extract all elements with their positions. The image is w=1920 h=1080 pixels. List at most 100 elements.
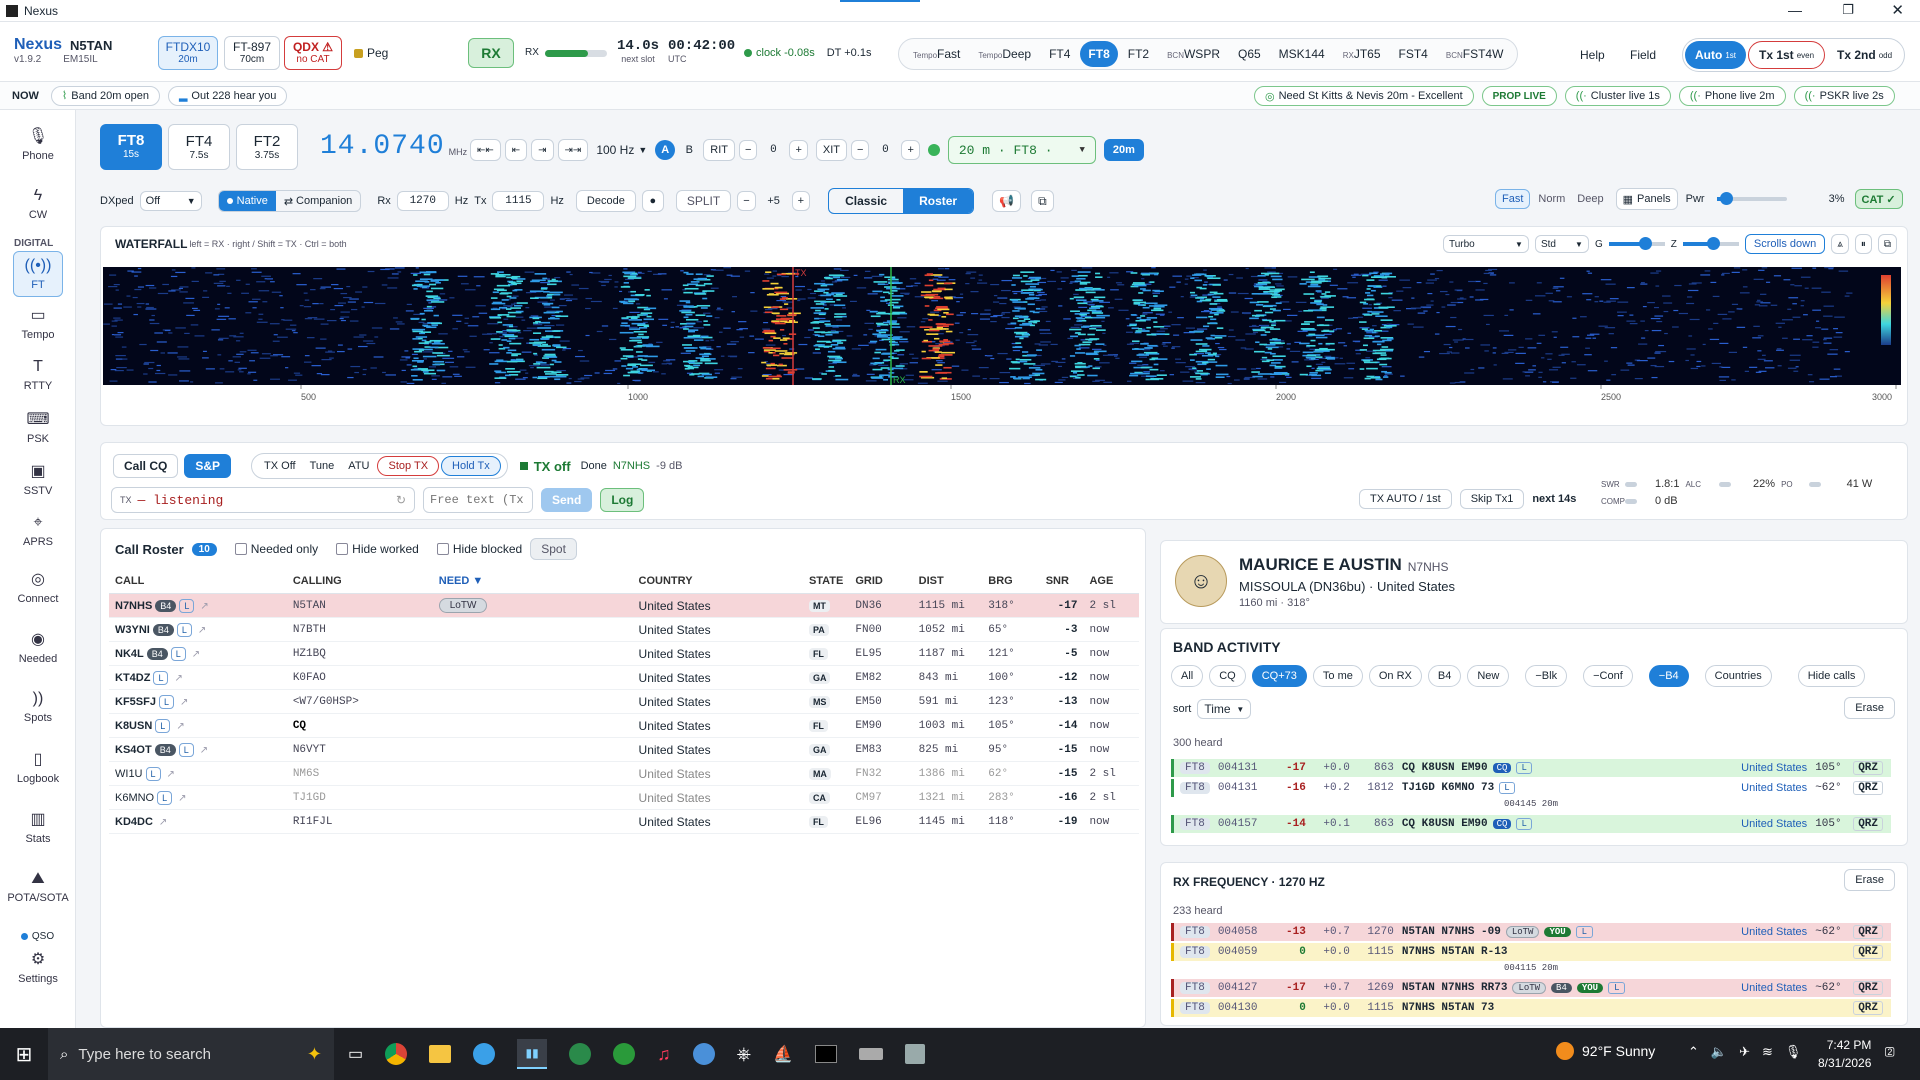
globe-icon[interactable] [613,1043,636,1065]
column-header[interactable]: BRG [982,569,1040,594]
log-button[interactable]: Log [600,488,645,512]
qrz-link[interactable]: QRZ [1853,781,1883,795]
tune-up-button[interactable]: ⇥ [531,139,554,161]
chrome-icon[interactable] [385,1043,408,1065]
tx-off-button[interactable]: TX Off [258,460,302,472]
speed-deep-button[interactable]: Deep [1573,193,1607,205]
rx-erase-button[interactable]: Erase [1844,869,1895,891]
qrz-link[interactable]: QRZ [1853,981,1883,995]
close-icon[interactable]: ✕ [1891,1,1904,19]
table-row[interactable]: WI1U L ↗ NM6S United States MA FN32 1386 mi 62° -… [109,761,1139,786]
band-filter-9[interactable]: −B4 [1648,665,1689,687]
step-select[interactable]: 100 Hz ▼ [592,139,651,161]
hide-worked-checkbox[interactable]: Hide worked [336,542,419,556]
native-button[interactable]: Native [218,191,276,211]
windows-start-icon[interactable]: ⊞ [0,1042,48,1067]
peak-icon[interactable]: ⩓ [1831,234,1849,254]
xit-minus-button[interactable]: − [851,140,870,160]
app-icon[interactable] [473,1043,496,1065]
wheel-icon[interactable]: ⎈ [737,1044,751,1065]
spot-button[interactable]: Spot [530,538,577,560]
sidebar-item-spots[interactable]: )) Spots [0,677,76,737]
band-filter-11[interactable]: Hide calls [1797,665,1866,687]
waterfall-palette-select[interactable]: Std ▼ [1534,235,1589,253]
file-explorer-icon[interactable] [429,1045,452,1063]
qrz-link[interactable]: QRZ [1853,817,1883,831]
need-pill[interactable]: ◎ Need St Kitts & Nevis 20m - Excellent [1254,86,1474,106]
free-text-input[interactable] [423,487,533,513]
speaker-icon[interactable]: 🔈 [1711,1044,1727,1060]
band-filter-2[interactable]: CQ+73 [1251,665,1307,687]
band-filter-5[interactable]: B4 [1427,665,1462,687]
qrz-link[interactable]: QRZ [1853,925,1883,939]
table-row[interactable]: KS4OT B4 L ↗ N6VYT United States GA EM83 825 mi 9… [109,737,1139,762]
list-item[interactable]: FT8 004130 0 +0.0 1115 N7NHS N5TAN 73 QRZ [1171,999,1891,1017]
frequency-display[interactable]: 14.0740 [320,131,445,162]
waterfall-speed-select[interactable]: Turbo ▼ [1442,235,1529,253]
tune-down-fast-button[interactable]: ⇤⇤ [470,139,501,161]
panels-button[interactable]: ▦ Panels [1615,188,1678,210]
mode-tempodeep[interactable]: Tempo Deep [970,41,1039,67]
mode-ft8[interactable]: FT8 15s [100,124,162,170]
list-item[interactable]: FT8 004058 -13 +0.7 1270 N5TAN N7NHS -09 LoTW Y… [1171,923,1891,941]
mode-rxjt65[interactable]: RX JT65 [1335,41,1389,67]
phone-pill[interactable]: ((· Phone live 2m [1678,86,1786,106]
power-slider[interactable] [1716,192,1787,205]
speed-fast-button[interactable]: Fast [1495,189,1531,209]
popout-icon[interactable]: ⧉ [1031,190,1054,212]
scroll-direction-button[interactable]: Scrolls down [1744,234,1826,254]
minimize-icon[interactable]: — [1788,2,1802,18]
skip-tx1-button[interactable]: Skip Tx1 [1459,489,1525,509]
app-icon[interactable] [904,1044,925,1064]
column-header[interactable]: CALLING [286,569,433,594]
rig-qdx[interactable]: QDX ⚠ no CAT [284,36,342,70]
qrz-link[interactable]: QRZ [1853,1001,1883,1015]
companion-button[interactable]: ⇄ Companion [276,191,360,211]
list-item[interactable]: FT8 004131 -16 +0.2 1812 TJ1GD K6MNO 73 L Unite… [1171,779,1891,797]
microphone-icon[interactable]: 🎙 [1785,1044,1802,1060]
send-button[interactable]: Send [541,488,593,512]
tx-auto-button[interactable]: TX AUTO / 1st [1359,489,1452,509]
taskbar-clock[interactable]: 7:42 PM 8/31/2026 [1818,1036,1871,1072]
split-minus-button[interactable]: − [737,191,756,211]
tune-button[interactable]: Tune [304,460,341,472]
mode-ft4[interactable]: FT4 [1041,41,1078,67]
column-header[interactable]: STATE [802,569,850,594]
zoom-slider[interactable] [1682,237,1739,250]
mode-ft2[interactable]: FT2 3.75s [236,124,298,170]
list-item[interactable]: FT8 004157 -14 +0.1 863 CQ K8USN EM90 CQ L Unite… [1171,815,1891,833]
table-row[interactable]: KT4DZ L ↗ K0FAO United States GA EM82 843 mi 100… [109,665,1139,690]
rig-ft897[interactable]: FT-897 70cm [224,36,280,70]
call-cq-button[interactable]: Call CQ [113,454,179,478]
pause-icon[interactable]: ⏸ [1854,234,1872,254]
app-icon[interactable]: ⛵ [773,1044,793,1064]
band-open-pill[interactable]: ⌇ Band 20m open [50,85,160,106]
record-button[interactable]: ● [641,190,664,212]
tx-2nd-button[interactable]: Tx 2nd odd [1827,41,1902,69]
terminal-icon[interactable] [814,1045,837,1063]
globe-icon[interactable] [569,1043,592,1065]
band-filter-10[interactable]: Countries [1704,665,1772,687]
speed-norm-button[interactable]: Norm [1534,193,1569,205]
sort-select[interactable]: Time ▼ [1197,699,1252,719]
band-filter-1[interactable]: CQ [1209,665,1246,687]
sidebar-item-cw[interactable]: ϟ CW [0,174,76,234]
field-link[interactable]: Field [1630,48,1656,62]
column-header[interactable]: COUNTRY [632,569,803,594]
rit-minus-button[interactable]: − [739,140,758,160]
mode-q65[interactable]: Q65 [1230,41,1269,67]
roster-view-button[interactable]: Roster [903,189,974,213]
mode-ft2[interactable]: FT2 [1120,41,1157,67]
table-row[interactable]: NK4L B4 L ↗ HZ1BQ United States FL EL95 1187 mi 1… [109,641,1139,666]
needed-only-checkbox[interactable]: Needed only [234,542,318,556]
column-header[interactable]: SNR [1039,569,1084,594]
sidebar-item-stats[interactable]: ▥ Stats [0,797,76,857]
table-row[interactable]: K6MNO L ↗ TJ1GD United States CA CM97 1321 mi 28… [109,785,1139,810]
mode-fst4[interactable]: FST4 [1391,41,1436,67]
list-item[interactable]: FT8 004131 -17 +0.0 863 CQ K8USN EM90 CQ L Unite… [1171,759,1891,777]
band-filter-6[interactable]: New [1467,665,1510,687]
network-icon[interactable]: ✈ [1739,1044,1750,1060]
browser-icon[interactable] [692,1043,715,1065]
atu-button[interactable]: ATU [342,460,375,472]
mode-bcnfst4w[interactable]: BCN FST4W [1438,41,1512,67]
